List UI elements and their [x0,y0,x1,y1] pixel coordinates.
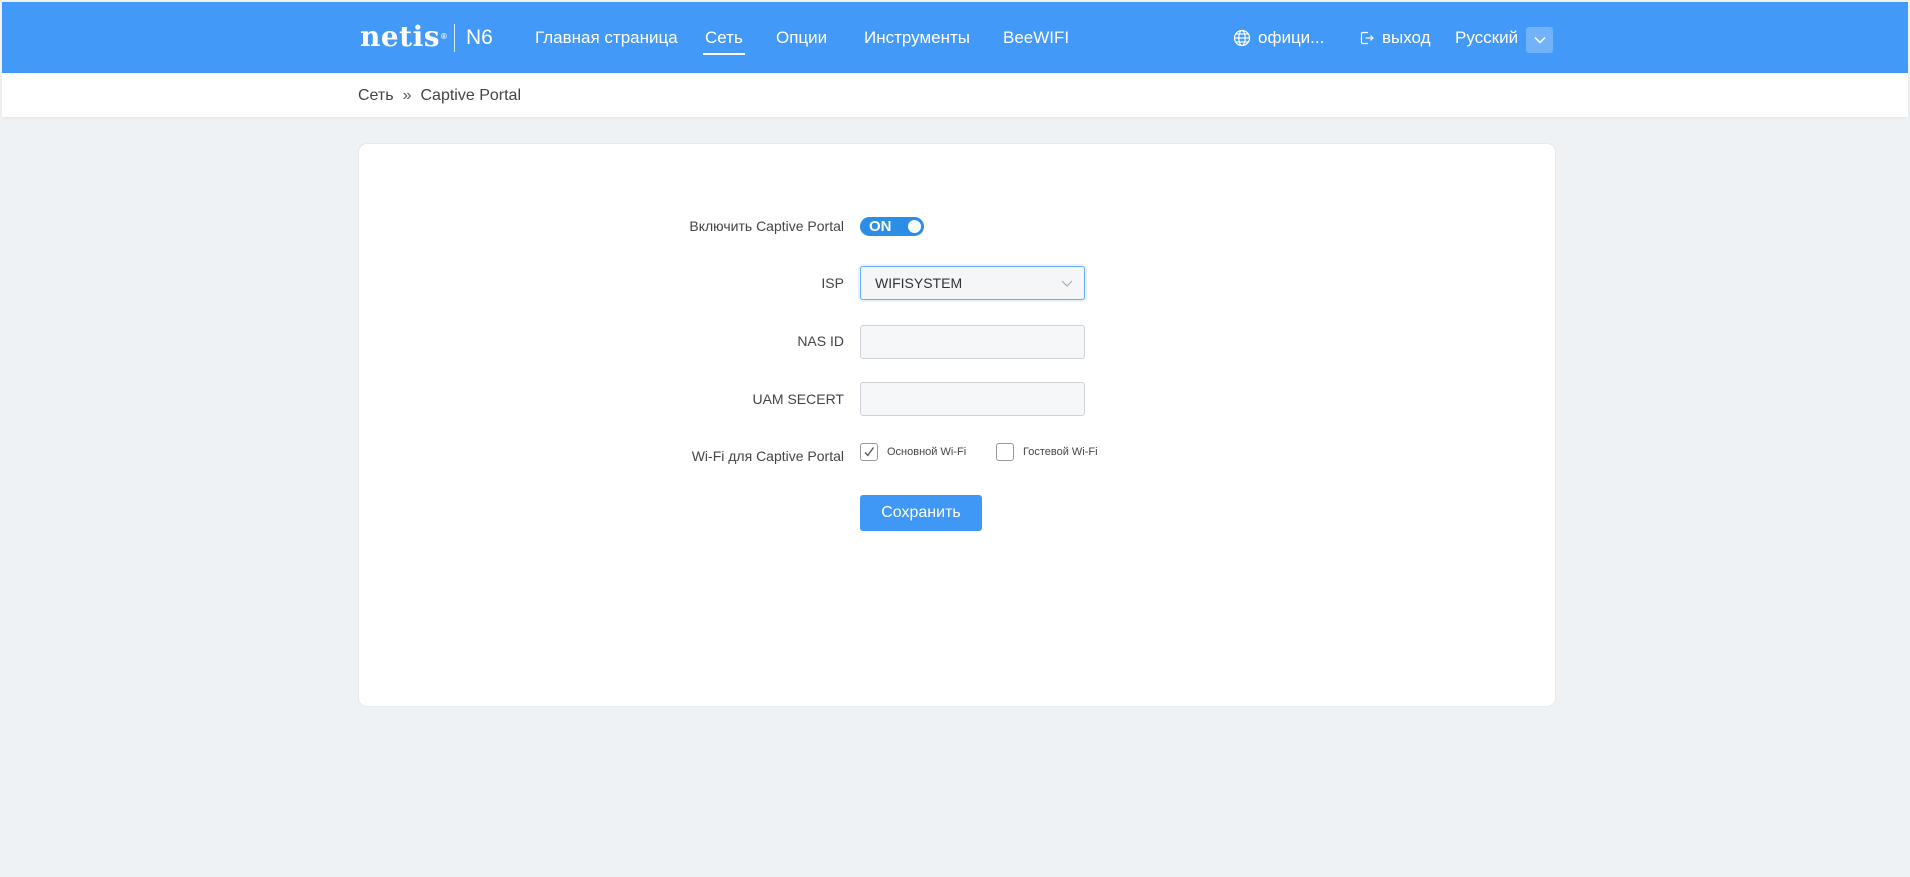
netis-logo[interactable]: netis® [360,22,447,52]
breadcrumb-bar: Сеть » Captive Portal [2,73,1908,117]
nav-item-home[interactable]: Главная страница [535,27,678,49]
top-navigation-bar: netis® N6 Главная страница Сеть Опции Ин… [2,2,1908,73]
logout-link[interactable]: выход [1359,27,1431,49]
isp-selected-value: WIFISYSTEM [875,275,963,291]
logout-label: выход [1382,28,1431,47]
nas-id-input[interactable] [860,325,1085,359]
isp-label: ISP [821,275,844,291]
main-wifi-checkbox[interactable] [860,443,878,461]
breadcrumb-current: Captive Portal [420,87,522,104]
wifi-captive-portal-label: Wi-Fi для Captive Portal [691,448,844,464]
logout-icon [1359,30,1375,46]
breadcrumb-separator: » [402,87,412,104]
toggle-knob [908,220,921,233]
nav-item-tools[interactable]: Инструменты [864,27,970,49]
uam-secret-label: UAM SECERT [752,391,844,407]
registered-mark: ® [441,32,448,41]
main-wifi-option[interactable]: Основной Wi-Fi [860,443,966,461]
model-name: N6 [466,26,493,49]
official-site-label: офици... [1258,28,1325,47]
nav-item-options[interactable]: Опции [776,27,827,49]
language-selector[interactable]: Русский [1455,27,1518,49]
nas-id-label: NAS ID [797,333,844,349]
chevron-down-icon [1533,36,1546,44]
uam-secret-input[interactable] [860,382,1085,416]
enable-captive-portal-label: Включить Captive Portal [689,218,844,234]
toggle-state-text: ON [869,218,892,235]
official-site-link[interactable]: офици... [1233,27,1324,49]
logo-divider [454,24,455,52]
breadcrumb: Сеть » Captive Portal [358,86,521,106]
guest-wifi-checkbox[interactable] [996,443,1014,461]
logo-text: netis [360,20,441,53]
checkmark-icon [863,446,875,458]
guest-wifi-option[interactable]: Гостевой Wi-Fi [996,443,1098,461]
nav-item-beewifi[interactable]: BeeWIFI [1003,27,1069,49]
chevron-down-icon [1060,276,1074,290]
guest-wifi-label: Гостевой Wi-Fi [1023,446,1098,458]
isp-select[interactable]: WIFISYSTEM [860,266,1085,300]
save-button[interactable]: Сохранить [860,495,982,531]
nav-item-network[interactable]: Сеть [703,27,745,55]
language-dropdown-button[interactable] [1526,27,1553,53]
main-wifi-label: Основной Wi-Fi [887,446,967,458]
globe-icon [1233,29,1251,47]
enable-captive-portal-toggle[interactable]: ON [860,217,924,236]
settings-card [358,143,1556,707]
breadcrumb-parent[interactable]: Сеть [358,86,394,106]
language-label: Русский [1455,28,1519,47]
